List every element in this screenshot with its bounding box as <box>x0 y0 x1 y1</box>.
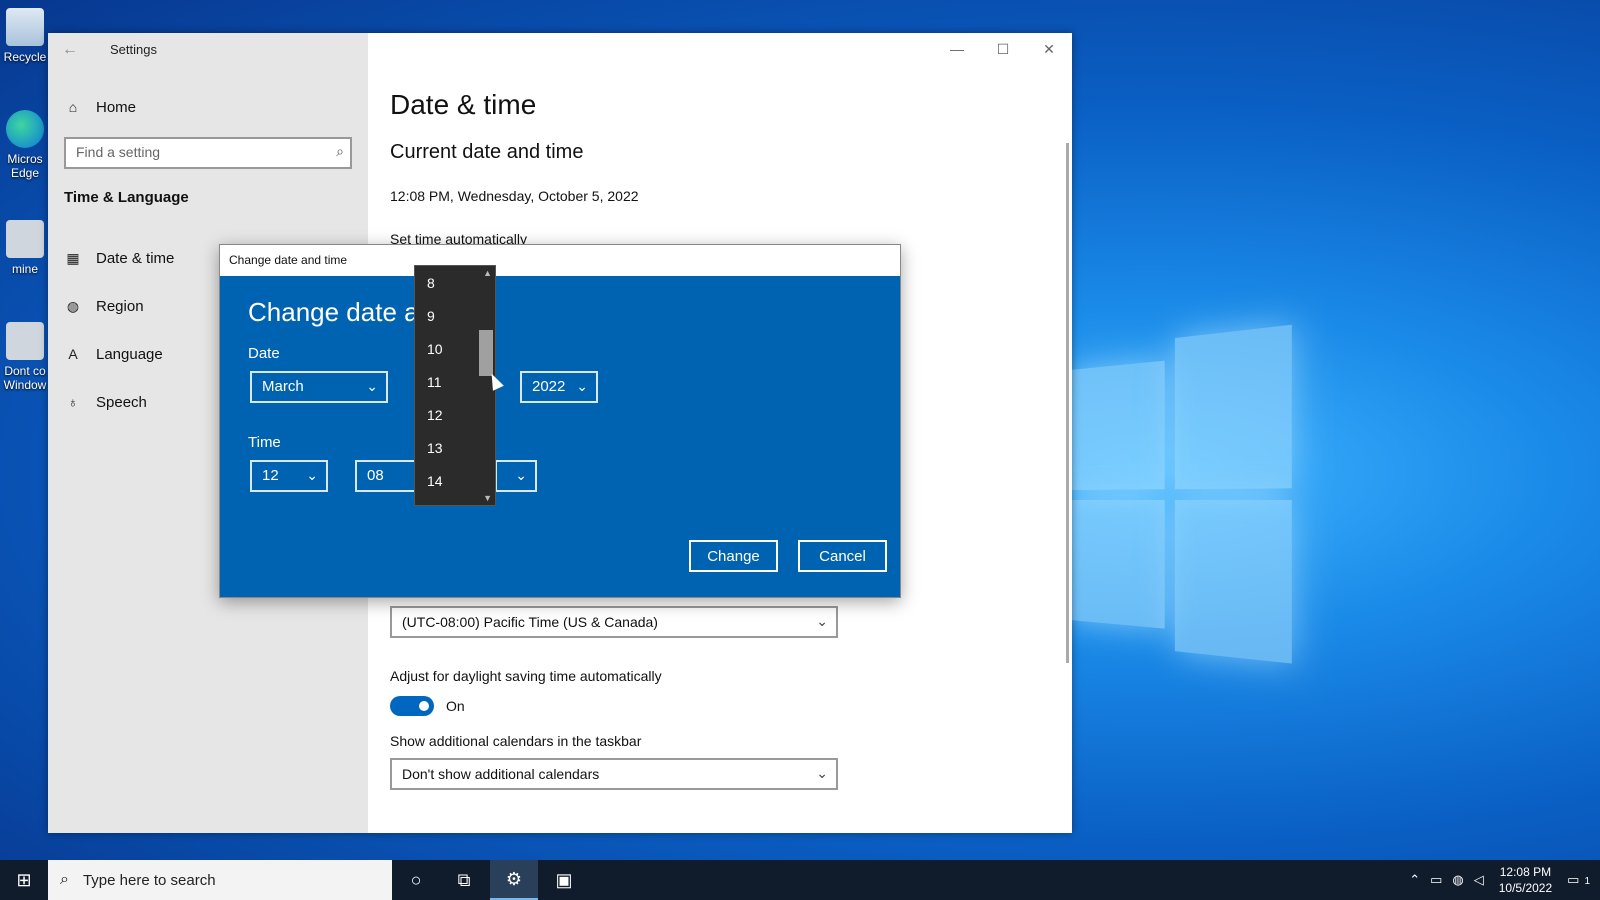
chevron-down-icon: ⌄ <box>816 613 828 629</box>
sidebar-item-speech[interactable]: ♁ Speech <box>64 390 147 414</box>
desktop-icon-mine[interactable]: mine <box>2 220 48 276</box>
gear-file-icon <box>6 322 44 360</box>
network-icon[interactable]: ◍ <box>1452 872 1463 888</box>
chevron-down-icon: ⌄ <box>816 765 828 781</box>
globe-icon: ◍ <box>66 297 80 314</box>
timezone-select[interactable]: (UTC-08:00) Pacific Time (US & Canada) ⌄ <box>390 606 838 638</box>
edge-icon <box>6 110 44 148</box>
scroll-up-icon[interactable]: ▲ <box>483 268 492 278</box>
taskbar-clock[interactable]: 12:08 PM 10/5/2022 <box>1499 864 1552 896</box>
clock-time: 12:08 PM <box>1499 865 1552 879</box>
calendar-clock-icon: ▦ <box>66 249 80 266</box>
gear-file-icon <box>6 220 44 258</box>
server-manager-icon[interactable]: ▣ <box>540 860 588 900</box>
sidebar-item-language[interactable]: A Language <box>64 342 163 366</box>
sidebar-item-label: Home <box>96 98 137 116</box>
content-scrollbar[interactable] <box>1066 143 1069 663</box>
dst-toggle[interactable] <box>390 696 434 716</box>
desktop-icon-recycle-bin[interactable]: Recycle <box>2 8 48 64</box>
recycle-bin-icon <box>6 8 44 46</box>
sidebar-item-region[interactable]: ◍ Region <box>64 294 144 318</box>
section-label: Time & Language <box>64 189 189 206</box>
notification-icon[interactable]: ▭ 1 <box>1567 872 1595 888</box>
change-button[interactable]: Change <box>689 540 778 572</box>
calendars-label: Show additional calendars in the taskbar <box>390 733 642 749</box>
chevron-down-icon: ⌄ <box>306 467 318 483</box>
change-date-time-dialog: Change date and time Change date and Dat… <box>219 244 901 598</box>
microphone-icon: ♁ <box>67 394 79 410</box>
back-arrow-icon[interactable]: ← <box>62 41 78 59</box>
taskbar: ⊞ ⌕ Type here to search ○ ⧉ ⚙ ▣ ⌃ ▭ ◍ ◁ … <box>0 860 1600 900</box>
window-title: Settings <box>110 42 157 57</box>
taskbar-search-input[interactable]: ⌕ Type here to search <box>48 860 392 900</box>
desktop-icon-edge[interactable]: Micros Edge <box>2 110 48 180</box>
search-icon: ⌕ <box>336 143 344 159</box>
dst-label: Adjust for daylight saving time automati… <box>390 668 662 684</box>
chevron-down-icon: ⌄ <box>515 467 527 483</box>
dialog-title: Change date and time <box>220 245 900 276</box>
date-label: Date <box>248 345 280 362</box>
sidebar-item-date-time[interactable]: ▦ Date & time <box>64 246 174 270</box>
page-title: Date & time <box>390 89 537 120</box>
clock-date: 10/5/2022 <box>1498 881 1553 895</box>
calendars-select[interactable]: Don't show additional calendars ⌄ <box>390 758 838 790</box>
dst-toggle-label: On <box>446 698 465 714</box>
sidebar-item-label: Region <box>96 297 144 315</box>
cancel-button[interactable]: Cancel <box>798 540 887 572</box>
volume-muted-icon[interactable]: ◁ <box>1474 872 1484 888</box>
chevron-down-icon: ⌄ <box>366 378 378 394</box>
scroll-down-icon[interactable]: ▼ <box>483 493 492 503</box>
month-select[interactable]: March ⌄ <box>250 371 388 403</box>
sidebar-item-label: Language <box>96 345 163 363</box>
cortana-icon[interactable]: ○ <box>392 860 440 900</box>
settings-gear-icon[interactable]: ⚙ <box>490 860 538 900</box>
year-select[interactable]: 2022 ⌄ <box>520 371 598 403</box>
section-title: Current date and time <box>390 141 584 163</box>
time-label: Time <box>248 434 281 451</box>
sidebar-item-home[interactable]: ⌂ Home <box>64 95 136 119</box>
day-dropdown-list[interactable]: 8 9 10 11 12 13 14 ▲ ▼ <box>414 265 496 506</box>
task-view-icon[interactable]: ⧉ <box>440 860 488 900</box>
list-scrollbar-thumb[interactable] <box>479 330 493 376</box>
ampm-select[interactable]: ⌄ <box>495 460 537 492</box>
start-windows-icon[interactable]: ⊞ <box>0 860 48 900</box>
current-datetime: 12:08 PM, Wednesday, October 5, 2022 <box>390 188 639 204</box>
search-icon: ⌕ <box>60 871 69 888</box>
hour-select[interactable]: 12 ⌄ <box>250 460 328 492</box>
chevron-up-icon[interactable]: ⌃ <box>1409 872 1420 888</box>
desktop-icon-dont-configure[interactable]: Dont co Window <box>2 322 48 392</box>
settings-search-input[interactable]: Find a setting ⌕ <box>64 137 352 169</box>
home-icon: ⌂ <box>68 99 78 115</box>
meet-now-icon[interactable]: ▭ <box>1430 872 1442 888</box>
sidebar-item-label: Speech <box>96 393 147 411</box>
language-icon: A <box>68 346 78 362</box>
chevron-down-icon: ⌄ <box>576 378 588 394</box>
windows-logo-wallpaper <box>1070 324 1292 676</box>
sidebar-item-label: Date & time <box>96 249 175 267</box>
system-tray: ⌃ ▭ ◍ ◁ 12:08 PM 10/5/2022 ▭ 1 <box>1404 860 1600 900</box>
